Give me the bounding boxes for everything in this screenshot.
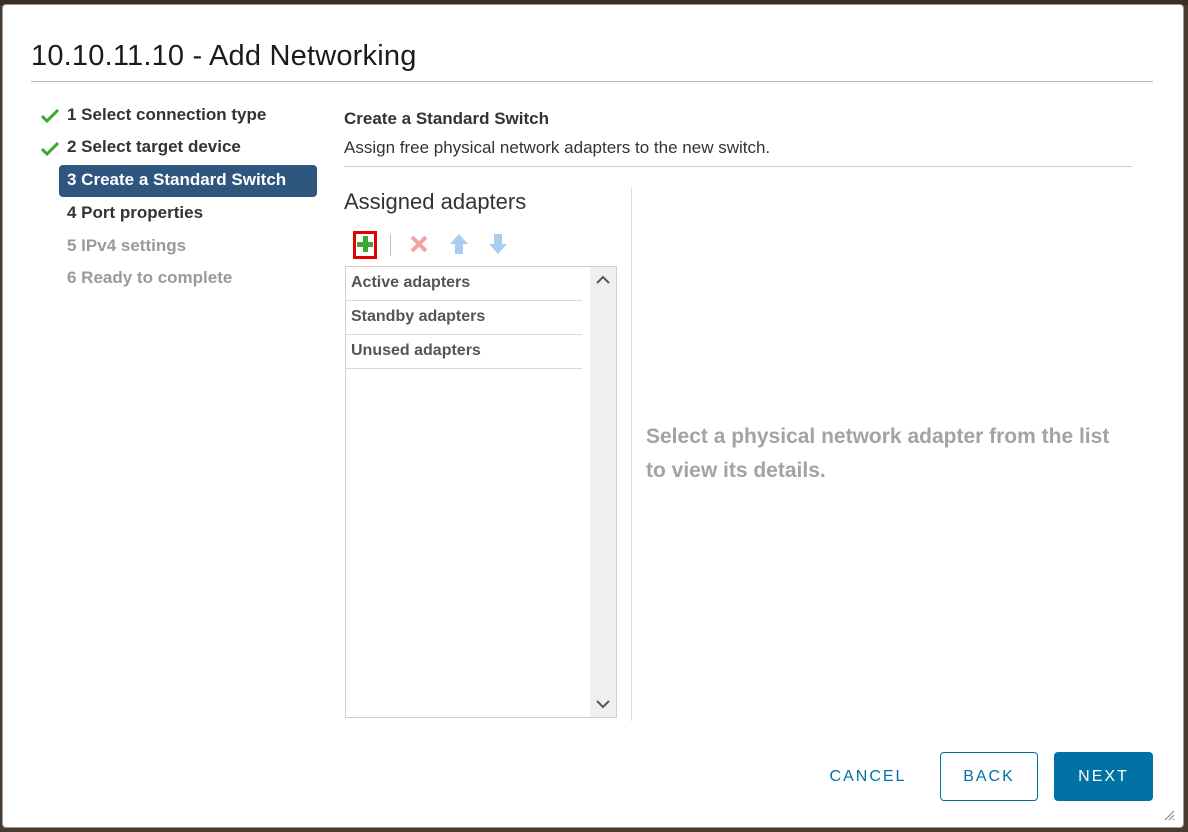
toolbar-separator — [390, 234, 391, 256]
details-divider — [631, 187, 632, 721]
details-placeholder: Select a physical network adapter from t… — [646, 425, 1110, 482]
step-select-target-device[interactable]: 2 Select target device — [59, 132, 249, 164]
step-create-standard-switch[interactable]: 3 Create a Standard Switch — [59, 165, 317, 197]
title-divider — [31, 81, 1153, 82]
adapter-toolbar — [344, 229, 544, 259]
chevron-down-icon — [596, 700, 610, 709]
section-divider — [344, 166, 1132, 167]
section-description: Assign free physical network adapters to… — [344, 138, 771, 157]
list-item-unused-adapters[interactable]: Unused adapters — [346, 335, 582, 369]
assigned-adapters-title: Assigned adapters — [344, 189, 527, 214]
dialog-title: 10.10.11.10 - Add Networking — [31, 40, 417, 72]
step-ready-to-complete: 6 Ready to complete — [67, 268, 233, 287]
chevron-up-icon — [596, 275, 610, 284]
check-icon — [41, 142, 59, 156]
add-networking-dialog: 10.10.11.10 - Add Networking 1 Select co… — [2, 4, 1184, 828]
next-button[interactable]: NEXT — [1054, 752, 1153, 801]
step-ipv4-settings: 5 IPv4 settings — [67, 236, 187, 255]
remove-adapter-button[interactable] — [406, 229, 432, 259]
step-port-properties[interactable]: 4 Port properties — [59, 198, 211, 230]
resize-handle-icon[interactable] — [1163, 809, 1175, 821]
scroll-down-button[interactable] — [590, 691, 616, 717]
move-down-button[interactable] — [485, 229, 511, 259]
check-icon — [41, 109, 59, 123]
x-icon — [410, 235, 428, 253]
list-item-active-adapters[interactable]: Active adapters — [346, 267, 582, 301]
step-select-connection-type[interactable]: 1 Select connection type — [59, 100, 274, 132]
back-button[interactable]: BACK — [940, 752, 1038, 801]
list-scrollbar[interactable] — [590, 267, 616, 717]
list-item-standby-adapters[interactable]: Standby adapters — [346, 301, 582, 335]
adapters-list[interactable]: Active adapters Standby adapters Unused … — [345, 266, 617, 718]
section-title: Create a Standard Switch — [344, 109, 550, 128]
cancel-button[interactable]: CANCEL — [813, 753, 923, 801]
highlight-box — [353, 231, 377, 259]
arrow-down-icon — [489, 234, 507, 254]
move-up-button[interactable] — [446, 229, 472, 259]
scroll-up-button[interactable] — [590, 267, 616, 293]
arrow-up-icon — [450, 234, 468, 254]
